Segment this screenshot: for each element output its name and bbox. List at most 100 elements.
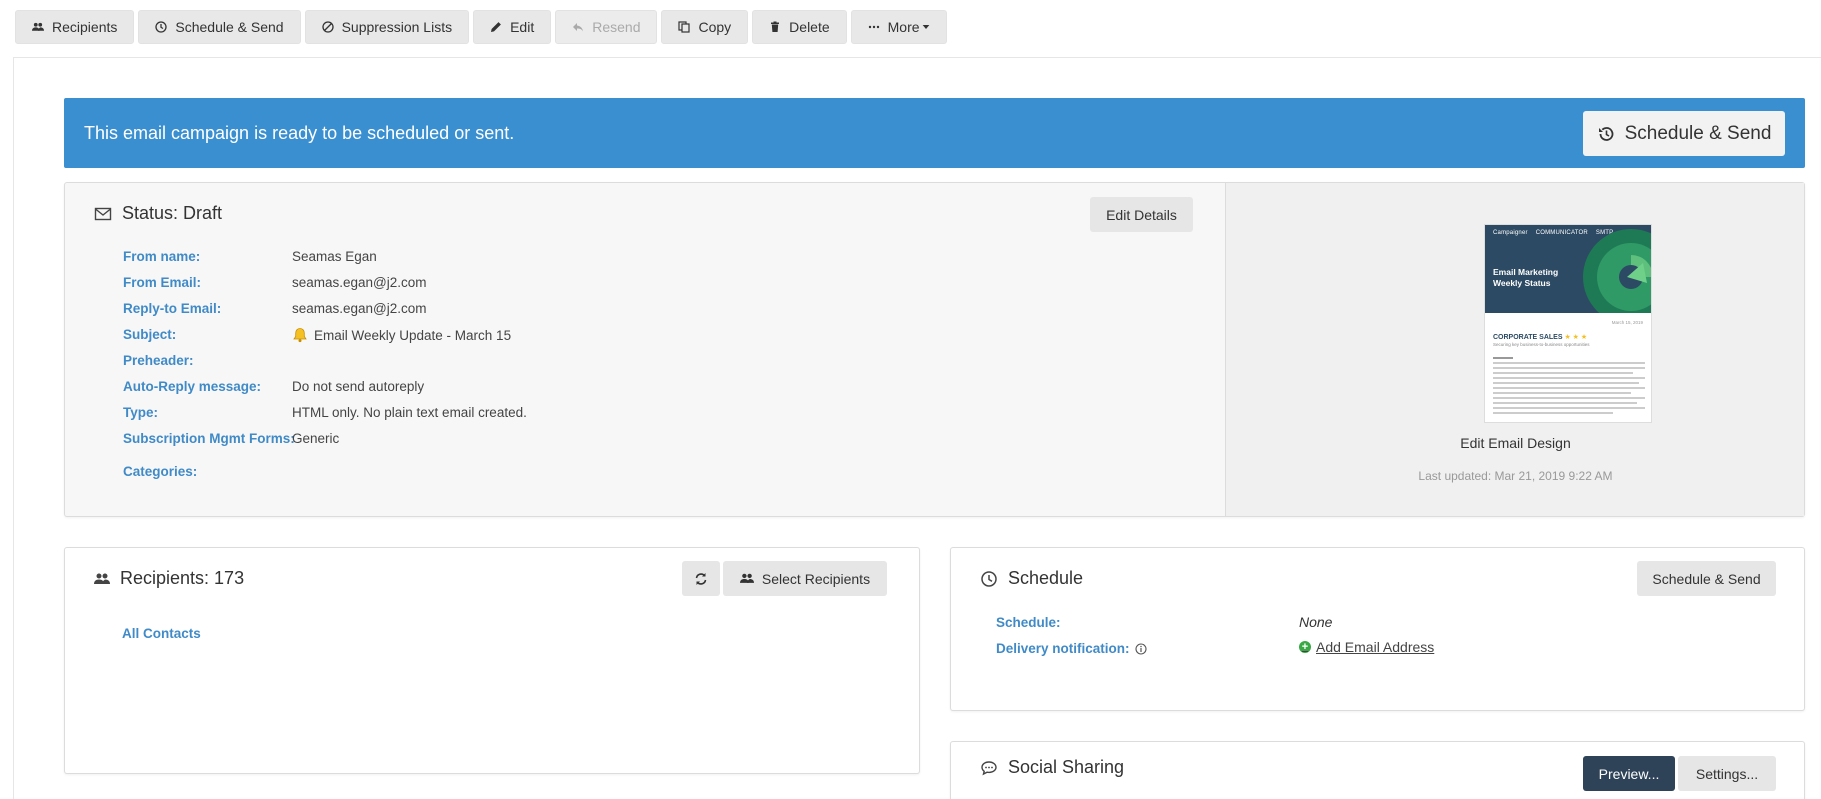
bell-icon bbox=[293, 328, 307, 343]
caret-down-icon bbox=[922, 25, 929, 29]
thumbnail-header: Campaigner COMMUNICATOR SMTP Email Marke… bbox=[1485, 225, 1651, 313]
add-email-address-link[interactable]: + Add Email Address bbox=[1299, 639, 1434, 655]
refresh-button[interactable] bbox=[682, 561, 720, 596]
clock-icon bbox=[981, 570, 997, 587]
schedule-send-button-label: Schedule & Send bbox=[175, 19, 284, 35]
subject-label: Subject: bbox=[123, 327, 177, 342]
last-updated-text: Last updated: Mar 21, 2019 9:22 AM bbox=[1418, 469, 1613, 483]
categories-label: Categories: bbox=[123, 464, 198, 479]
envelope-icon bbox=[94, 207, 112, 220]
social-settings-label: Settings... bbox=[1695, 765, 1759, 782]
recipients-button[interactable]: Recipients bbox=[15, 10, 135, 44]
subscription-forms-label: Subscription Mgmt Forms: bbox=[123, 431, 295, 446]
schedule-send-card-label: Schedule & Send bbox=[1652, 570, 1761, 587]
social-sharing-title: Social Sharing bbox=[980, 757, 1124, 778]
list-item-all-contacts[interactable]: All Contacts bbox=[122, 626, 201, 641]
thumbnail-body-text bbox=[1493, 357, 1645, 417]
reply-icon bbox=[573, 23, 584, 32]
schedule-value: None bbox=[1299, 614, 1333, 630]
copy-button[interactable]: Copy bbox=[661, 10, 749, 44]
delivery-notification-row: Delivery notification: bbox=[996, 641, 1147, 656]
edit-button[interactable]: Edit bbox=[473, 10, 552, 44]
plus-circle-icon: + bbox=[1299, 641, 1311, 653]
edit-button-label: Edit bbox=[510, 19, 535, 35]
toolbar: Recipients Schedule & Send Suppression L… bbox=[15, 10, 947, 44]
schedule-title: Schedule bbox=[980, 568, 1083, 589]
more-button[interactable]: More bbox=[850, 10, 947, 44]
type-label: Type: bbox=[123, 405, 159, 420]
more-button-label: More bbox=[887, 19, 920, 35]
social-sharing-title-text: Social Sharing bbox=[1008, 757, 1125, 777]
thumbnail-headline: Email Marketing Weekly Status bbox=[1493, 267, 1559, 288]
banner-button-label: Schedule & Send bbox=[1624, 122, 1772, 144]
delete-button-label: Delete bbox=[789, 19, 830, 35]
recipients-title: Recipients: 173 bbox=[94, 568, 244, 589]
social-sharing-card: Social Sharing Preview... Settings... bbox=[950, 741, 1805, 799]
from-name-value: Seamas Egan bbox=[292, 249, 377, 264]
clock-icon bbox=[155, 21, 168, 33]
pencil-icon bbox=[491, 22, 501, 32]
history-icon bbox=[1598, 126, 1613, 141]
thumbnail-section: CORPORATE SALES ★ ★ ★ bbox=[1493, 333, 1587, 341]
thumbnail-logo-1: Campaigner bbox=[1493, 230, 1528, 236]
schedule-title-text: Schedule bbox=[1008, 568, 1084, 588]
comment-icon bbox=[981, 760, 997, 775]
recipients-title-text: Recipients: 173 bbox=[120, 568, 245, 588]
social-settings-button[interactable]: Settings... bbox=[1678, 756, 1776, 791]
users-icon bbox=[32, 22, 44, 31]
status-card: Status: Draft Edit Details From name: Se… bbox=[64, 182, 1805, 517]
edit-details-button[interactable]: Edit Details bbox=[1090, 197, 1193, 232]
reply-to-label: Reply-to Email: bbox=[123, 301, 222, 316]
suppression-lists-button[interactable]: Suppression Lists bbox=[304, 10, 470, 44]
email-design-panel: Campaigner COMMUNICATOR SMTP Email Marke… bbox=[1225, 183, 1804, 516]
from-email-label: From Email: bbox=[123, 275, 202, 290]
pie-graphic-icon bbox=[1583, 229, 1651, 313]
trash-icon bbox=[771, 21, 780, 32]
resend-button[interactable]: Resend bbox=[555, 10, 658, 44]
ellipsis-icon bbox=[868, 25, 879, 29]
edit-email-design-link[interactable]: Edit Email Design bbox=[1226, 435, 1805, 451]
schedule-send-button[interactable]: Schedule & Send bbox=[138, 10, 301, 44]
email-design-thumbnail[interactable]: Campaigner COMMUNICATOR SMTP Email Marke… bbox=[1484, 224, 1652, 423]
ban-icon bbox=[321, 21, 334, 33]
ready-banner: This email campaign is ready to be sched… bbox=[64, 98, 1805, 168]
subscription-forms-value: Generic bbox=[292, 431, 340, 446]
status-title-text: Status: Draft bbox=[122, 203, 223, 223]
resend-button-label: Resend bbox=[592, 19, 641, 35]
edit-details-label: Edit Details bbox=[1106, 206, 1177, 223]
schedule-send-card-button[interactable]: Schedule & Send bbox=[1637, 561, 1776, 596]
suppression-lists-button-label: Suppression Lists bbox=[341, 19, 453, 35]
select-recipients-button[interactable]: Select Recipients bbox=[723, 561, 887, 596]
preheader-label: Preheader: bbox=[123, 353, 194, 368]
subject-value-wrap: Email Weekly Update - March 15 bbox=[292, 327, 511, 343]
copy-icon bbox=[678, 21, 691, 33]
from-name-label: From name: bbox=[123, 249, 201, 264]
recipients-card: Recipients: 173 Select Recipients All Co… bbox=[64, 547, 920, 774]
copy-button-label: Copy bbox=[698, 19, 732, 35]
delivery-notification-label: Delivery notification: bbox=[996, 641, 1130, 656]
social-preview-label: Preview... bbox=[1598, 765, 1660, 782]
auto-reply-value: Do not send autoreply bbox=[292, 379, 425, 394]
users-icon bbox=[94, 573, 110, 584]
status-title: Status: Draft bbox=[94, 203, 222, 224]
type-value: HTML only. No plain text email created. bbox=[292, 405, 527, 420]
select-recipients-label: Select Recipients bbox=[761, 570, 871, 587]
stars-icon: ★ ★ ★ bbox=[1564, 334, 1588, 341]
info-icon[interactable] bbox=[1134, 642, 1147, 655]
refresh-icon bbox=[695, 572, 707, 585]
thumbnail-section-title: CORPORATE SALES bbox=[1493, 334, 1563, 341]
social-preview-button[interactable]: Preview... bbox=[1583, 756, 1675, 791]
banner-message: This email campaign is ready to be sched… bbox=[84, 123, 515, 143]
thumbnail-date: March 15, 2019 bbox=[1611, 320, 1643, 325]
reply-to-value: seamas.egan@j2.com bbox=[292, 301, 427, 316]
status-details: Status: Draft Edit Details From name: Se… bbox=[65, 183, 1225, 516]
from-email-value: seamas.egan@j2.com bbox=[292, 275, 427, 290]
auto-reply-label: Auto-Reply message: bbox=[123, 379, 262, 394]
schedule-label: Schedule: bbox=[996, 615, 1061, 630]
schedule-card: Schedule Schedule & Send Schedule: None … bbox=[950, 547, 1805, 711]
thumbnail-section-sub: Securing key business-to-business opport… bbox=[1493, 342, 1590, 347]
delete-button[interactable]: Delete bbox=[752, 10, 847, 44]
add-email-address-label: Add Email Address bbox=[1316, 639, 1435, 655]
banner-schedule-send-button[interactable]: Schedule & Send bbox=[1583, 111, 1785, 156]
users-icon bbox=[739, 573, 754, 583]
